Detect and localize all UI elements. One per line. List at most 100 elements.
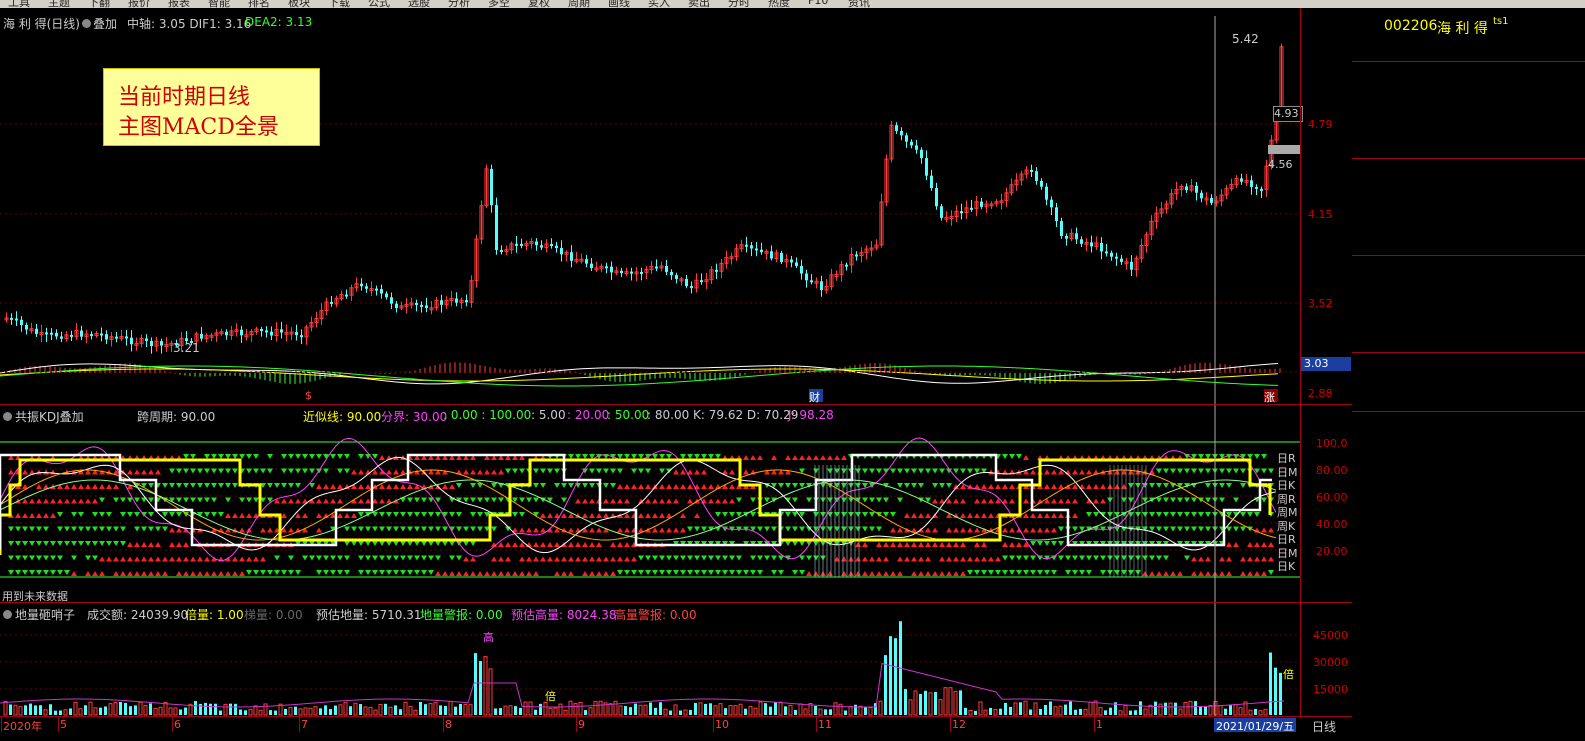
- y-tick-3: 3.52: [1308, 297, 1333, 310]
- menu-item[interactable]: 周期: [568, 0, 590, 8]
- period-label[interactable]: 日线: [1312, 718, 1336, 735]
- kdj-param-range: : 0.00 : 100.00: [443, 408, 532, 422]
- forecast-low: 预估地量: 5710.31: [316, 608, 422, 622]
- timeline-tick: [1, 717, 2, 732]
- timeline-tick: [58, 717, 59, 732]
- overlay-toggle[interactable]: 叠加: [82, 15, 117, 32]
- price-box-top: 4.93: [1273, 106, 1303, 122]
- macd-values: 中轴: 3.05 DIF1: 3.16: [127, 17, 252, 31]
- high-alarm: 高量警报: 0.00: [614, 608, 697, 622]
- kdj-k-d-values: : 80.00 K: 79.62 D: 70.29: [647, 408, 799, 422]
- menu-item[interactable]: 报表: [168, 0, 190, 8]
- timeline-label: 2020年: [3, 720, 42, 733]
- menu-item[interactable]: 分析: [448, 0, 470, 8]
- menu-bar: 工具 主题 下翻 报价 报表 智能 排名 板块 下载 公式 选股 分析 多空 复权 周期 画线 买入 卖出 分时 热度…: [0, 0, 1585, 8]
- current-price-tag: 3.03: [1301, 357, 1351, 371]
- timeline-tick: [443, 717, 444, 732]
- kdj-param-5: : 5.00: [531, 408, 566, 422]
- menu-item[interactable]: 板块: [288, 0, 310, 8]
- kdj-y-40: 40.00: [1316, 518, 1348, 531]
- timeline-bar[interactable]: 2020年 5 6 7 8 9 10 11 12 1 2021/01/29/五 日线: [0, 717, 1352, 741]
- kdj-j-value: J: 98.28: [788, 408, 834, 422]
- note-box: 当前时期日线 主图MACD全景: [103, 68, 320, 146]
- menu-item[interactable]: 报价: [128, 0, 150, 8]
- menu-item[interactable]: 复权: [528, 0, 550, 8]
- timeline-tick: [299, 717, 300, 732]
- y-tick-4: 2.88: [1308, 387, 1333, 400]
- note-line-2: 主图MACD全景: [118, 115, 279, 140]
- divider: [1352, 411, 1585, 412]
- quote-panel: 002206 海 利 得 ts1: [1352, 8, 1585, 741]
- timeline-label: 12: [952, 718, 966, 731]
- overlay-label: 叠加: [93, 17, 118, 31]
- note-line-1: 当前时期日线: [118, 85, 251, 110]
- vol-marker-high: 高: [483, 631, 494, 644]
- menu-item[interactable]: F10: [808, 0, 828, 7]
- timeline-label: 5: [60, 718, 67, 731]
- max-price-label: 5.42: [1232, 32, 1259, 46]
- divider: [1352, 352, 1585, 353]
- menu-item[interactable]: 卖出: [688, 0, 710, 8]
- volume-amount: 成交额: 24039.90: [87, 608, 189, 622]
- volume-title[interactable]: 地量砸哨子: [3, 606, 75, 623]
- kdj-title-text: 共振KDJ叠加: [15, 410, 84, 424]
- stock-period-label: 海 利 得(日线): [3, 17, 80, 31]
- divider: [1352, 61, 1585, 62]
- timeline-label: 8: [445, 718, 452, 731]
- menu-item[interactable]: 热度: [768, 0, 790, 8]
- divider: [1352, 255, 1585, 256]
- menu-item[interactable]: 资讯: [848, 0, 870, 8]
- menu-item[interactable]: 买入: [648, 0, 670, 8]
- timeline-label: 1: [1096, 718, 1103, 731]
- overlay-circle-icon: [82, 19, 91, 28]
- timeline-tick: [172, 717, 173, 732]
- menu-item[interactable]: 下载: [328, 0, 350, 8]
- timeline-label: 10: [715, 718, 729, 731]
- min-price-label: 3.21: [173, 341, 200, 355]
- kdj-panel[interactable]: [0, 405, 1300, 602]
- volume-circle-icon: [3, 610, 12, 619]
- vol-y-15000: 15000: [1313, 683, 1348, 696]
- stock-suffix: ts1: [1493, 16, 1509, 27]
- kdj-right-label: 日K: [1277, 560, 1296, 573]
- timeline-label: 9: [578, 718, 585, 731]
- menu-item[interactable]: 下翻: [88, 0, 110, 8]
- quote-header: 002206 海 利 得 ts1: [1352, 16, 1585, 40]
- kdj-y-100: 100.0: [1316, 437, 1348, 450]
- stock-code: 002206: [1384, 18, 1438, 34]
- kdj-canvas[interactable]: [0, 405, 1300, 602]
- kdj-param-50: : 50.00: [607, 408, 650, 422]
- menu-item[interactable]: 主题: [48, 0, 70, 8]
- price-box-bottom: 4.56: [1268, 158, 1293, 171]
- menu-item[interactable]: 画线: [608, 0, 630, 8]
- kdj-y-80: 80.00: [1316, 464, 1348, 477]
- timeline-label: 7: [301, 718, 308, 731]
- selected-date[interactable]: 2021/01/29/五: [1214, 718, 1297, 733]
- event-marker-finance[interactable]: 财: [809, 389, 823, 404]
- kdj-y-60: 60.00: [1316, 491, 1348, 504]
- kdj-param-boundary: 分界: 30.00: [381, 410, 448, 424]
- volume-title-text: 地量砸哨子: [15, 608, 76, 622]
- menu-item[interactable]: 排名: [248, 0, 270, 8]
- menu-item[interactable]: 分时: [728, 0, 750, 8]
- kdj-title[interactable]: 共振KDJ叠加: [3, 408, 84, 425]
- kdj-param-20: : 20.00: [567, 408, 610, 422]
- event-marker-dividend[interactable]: $: [305, 389, 312, 402]
- menu-item[interactable]: 智能: [208, 0, 230, 8]
- timeline-tick: [1094, 717, 1095, 732]
- menu-item[interactable]: 公式: [368, 0, 390, 8]
- menu-item[interactable]: 工具: [8, 0, 30, 8]
- future-data-note: 用到未来数据: [2, 590, 68, 603]
- kdj-span: 跨周期: 90.00: [137, 410, 216, 424]
- vol-y-45000: 45000: [1313, 629, 1348, 642]
- timeline-label: 11: [818, 718, 832, 731]
- event-marker-limit-up[interactable]: 涨: [1264, 389, 1278, 404]
- price-box-mid: [1268, 145, 1300, 154]
- divider: [1352, 158, 1585, 159]
- stock-name: 海 利 得: [1437, 21, 1488, 37]
- menu-item[interactable]: 选股: [408, 0, 430, 8]
- kdj-circle-icon: [3, 412, 12, 421]
- menu-item[interactable]: 多空: [488, 0, 510, 8]
- timeline-tick: [950, 717, 951, 732]
- kdj-y-20: 20.00: [1316, 545, 1348, 558]
